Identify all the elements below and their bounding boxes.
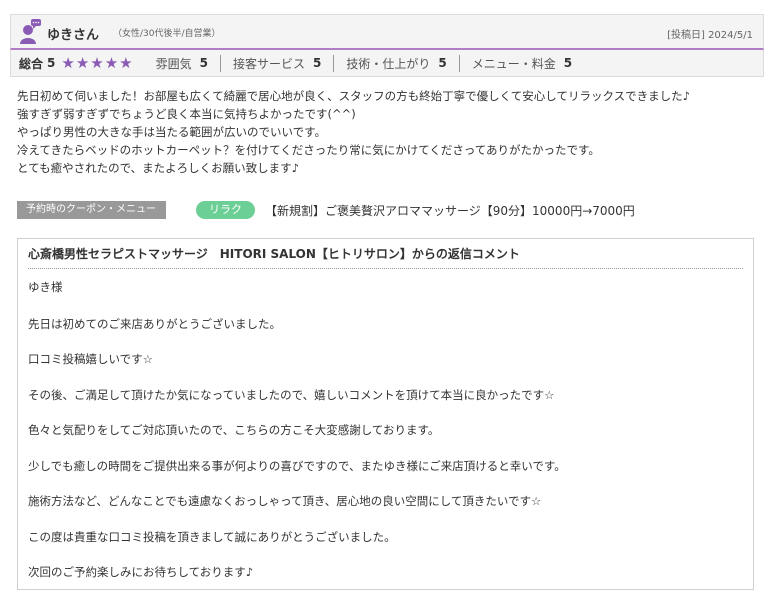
rating-category-menu-price: メニュー・料金 5 (472, 55, 572, 72)
reply-title: 心斎橋男性セラピストマッサージ HITORI SALON【ヒトリサロン】からの返… (28, 247, 520, 261)
post-date: [投稿日] 2024/5/1 (667, 30, 753, 41)
rating-category-label: 接客サービス (233, 56, 306, 71)
salon-reply-box: 心斎橋男性セラピストマッサージ HITORI SALON【ヒトリサロン】からの返… (17, 238, 754, 590)
rating-bar: 総合 5 ★★★★★ 雰囲気 5 接客サービス 5 技術・仕上がり 5 メニュー… (10, 50, 764, 77)
rating-divider (220, 54, 221, 72)
rating-category-value: 5 (438, 56, 447, 70)
user-avatar-speech-icon (20, 19, 41, 44)
rating-category-value: 5 (199, 56, 208, 70)
reply-line: この度は貴重な口コミ投稿を頂きまして誠にありがとうございました。 (28, 530, 396, 544)
reply-line: 施術方法など、どんなことでも遠慮なくおっしゃって頂き、居心地の良い空間にして頂き… (28, 494, 542, 508)
rating-category-label: 技術・仕上がり (346, 56, 431, 71)
rating-divider (333, 54, 335, 72)
reply-line: その後、ご満足して頂けたか気になっていましたので、嬉しいコメントを頂けて本当に良… (28, 388, 555, 402)
reply-line: 色々と気配りをしてご対応頂いたので、こちらの方こそ大変感謝しております。 (28, 423, 440, 437)
reply-divider (28, 268, 743, 269)
rating-category-label: メニュー・料金 (471, 56, 556, 71)
review-line: 強すぎず弱すぎずでちょうど良く本当に気持ちよかったです(^^) (17, 107, 356, 121)
overall-rating-score: 5 (47, 56, 56, 70)
review-line: 先日初めて伺いました！お部屋も広くて綺麗で居心地が良く、スタッフの方も終始丁寧で… (17, 89, 690, 103)
rating-category-service: 接客サービス 5 (233, 55, 321, 72)
rating-category-atmosphere: 雰囲気 5 (156, 55, 208, 72)
reply-line: ゆき様 (28, 280, 63, 294)
rating-divider (458, 54, 460, 72)
coupon-label: 予約時のクーポン・メニュー (17, 201, 166, 219)
review-line: 冷えてきたらベッドのホットカーペット？を付けてくださったり常に気にかけてくださっ… (17, 143, 600, 157)
reviewer-name: ゆきさん (47, 28, 100, 43)
reply-line: 少しでも癒しの時間をご提供出来る事が何よりの喜びですので、またゆき様にご来店頂け… (28, 459, 566, 473)
coupon-row: 予約時のクーポン・メニュー リラク 【新規割】ご褒美贅沢アロママッサージ【90分… (17, 201, 757, 221)
star-rating-icons: ★★★★★ (61, 54, 134, 72)
overall-rating-label: 総合 (19, 56, 44, 71)
reply-line: 次回のご予約楽しみにお待ちしております♪ (28, 565, 254, 579)
reviewer-meta: （女性/30代後半/自営業） (113, 29, 221, 39)
review-line: とても癒やされたので、またよろしくお願い致します♪ (17, 161, 299, 175)
review-header: ゆきさん （女性/30代後半/自営業） [投稿日] 2024/5/1 (10, 14, 764, 50)
rating-category-label: 雰囲気 (155, 56, 192, 71)
rating-category-value: 5 (563, 56, 573, 70)
review-text: 先日初めて伺いました！お部屋も広くて綺麗で居心地が良く、スタッフの方も終始丁寧で… (17, 87, 757, 177)
coupon-category-tag: リラク (196, 201, 255, 219)
rating-category-technique: 技術・仕上がり 5 (346, 55, 446, 72)
review-line: やっぱり男性の大きな手は当たる範囲が広いのでいいです。 (17, 125, 327, 139)
rating-category-value: 5 (313, 56, 322, 70)
reply-line: 先日は初めてのご来店ありがとうございました。 (28, 317, 281, 331)
coupon-menu-text: 【新規割】ご褒美贅沢アロママッサージ【90分】10000円→7000円 (265, 204, 635, 218)
reply-line: 口コミ投稿嬉しいです☆ (28, 352, 153, 366)
